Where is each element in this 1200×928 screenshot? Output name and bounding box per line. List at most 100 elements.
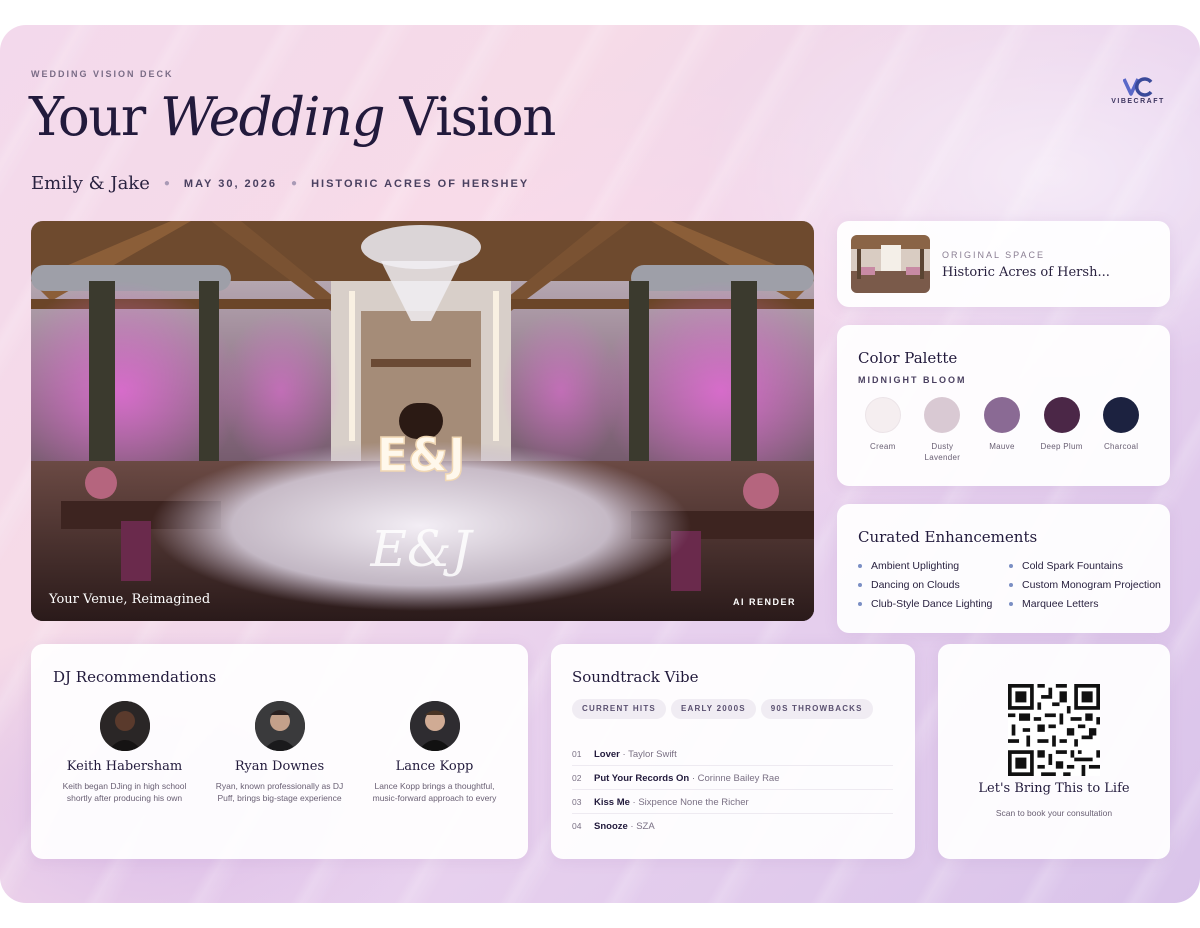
track-song: Put Your Records On bbox=[594, 773, 690, 784]
bullet-icon bbox=[858, 602, 862, 606]
track-row[interactable]: 02 Put Your Records On · Corinne Bailey R… bbox=[572, 766, 893, 790]
qr-code-icon[interactable] bbox=[1008, 684, 1100, 776]
enhancement-item: Marquee Letters bbox=[1009, 598, 1170, 610]
track-row[interactable]: 01 Lover · Taylor Swift bbox=[572, 742, 893, 766]
track-number: 01 bbox=[572, 749, 582, 759]
soundtrack-title: Soundtrack Vibe bbox=[572, 668, 699, 686]
track-row[interactable]: 03 Kiss Me · Sixpence None the Richer bbox=[572, 790, 893, 814]
original-space-name: Historic Acres of Hersh... bbox=[942, 265, 1110, 280]
track-number: 03 bbox=[572, 797, 582, 807]
swatch-label: Dusty Lavender bbox=[924, 442, 961, 462]
palette-name: MIDNIGHT BLOOM bbox=[858, 375, 967, 385]
swatch-label: Deep Plum bbox=[1040, 442, 1083, 451]
ai-render-badge: AI RENDER bbox=[732, 597, 796, 607]
vibecraft-logo-icon bbox=[1123, 77, 1153, 97]
dj-name: Keith Habersham bbox=[66, 759, 183, 774]
swatch-dot bbox=[1043, 397, 1080, 433]
swatch-dot bbox=[983, 397, 1020, 433]
original-space-kicker: ORIGINAL SPACE bbox=[942, 250, 1046, 260]
track-row[interactable]: 04 Snooze · SZA bbox=[572, 814, 893, 838]
enhancement-label: Ambient Uplighting bbox=[871, 560, 960, 572]
enhancement-label: Cold Spark Fountains bbox=[1022, 560, 1123, 572]
dj-recommendations-card: DJ Recommendations Keith Habersham Keith… bbox=[31, 644, 528, 859]
dj-profile[interactable]: Lance Kopp Lance Kopp brings a thoughtfu… bbox=[357, 701, 512, 804]
swatch-label: Mauve bbox=[989, 442, 1015, 451]
enhancement-item: Dancing on Clouds bbox=[858, 579, 1009, 591]
monogram-projection: E&J bbox=[369, 520, 474, 578]
cta-subtitle: Scan to book your consultation bbox=[995, 808, 1113, 818]
track-artist: · Sixpence None the Richer bbox=[629, 797, 749, 808]
enhancement-label: Marquee Letters bbox=[1022, 598, 1099, 610]
soundtrack-card: Soundtrack Vibe CURRENT HITS EARLY 2000S… bbox=[551, 644, 915, 859]
genre-chip[interactable]: 90S THROWBACKS bbox=[760, 699, 873, 719]
original-space-card[interactable]: ORIGINAL SPACE Historic Acres of Hersh..… bbox=[837, 221, 1170, 307]
marquee-letters: E&J bbox=[377, 428, 466, 482]
event-meta: Emily & Jake ● MAY 30, 2026 ● HISTORIC A… bbox=[31, 173, 529, 194]
enhancements-title: Curated Enhancements bbox=[858, 528, 1038, 546]
enhancement-item: Ambient Uplighting bbox=[858, 560, 1009, 572]
swatch[interactable]: Deep Plum bbox=[1032, 397, 1092, 463]
swatch[interactable]: Mauve bbox=[972, 397, 1032, 463]
event-venue: HISTORIC ACRES OF HERSHEY bbox=[311, 177, 530, 190]
swatch[interactable]: Charcoal bbox=[1091, 397, 1151, 463]
original-space-thumbnail bbox=[851, 235, 930, 293]
dj-name: Ryan Downes bbox=[234, 759, 325, 774]
swatch-dot bbox=[864, 397, 901, 433]
dj-profile[interactable]: Ryan Downes Ryan, known professionally a… bbox=[202, 701, 357, 804]
track-number: 02 bbox=[572, 773, 582, 783]
hero-caption: Your Venue, Reimagined bbox=[49, 592, 211, 607]
dj-name: Lance Kopp bbox=[395, 759, 474, 774]
enhancement-item: Custom Monogram Projection bbox=[1009, 579, 1170, 591]
avatar bbox=[409, 701, 460, 751]
enhancement-item: Club-Style Dance Lighting bbox=[858, 598, 1009, 610]
enhancements-card: Curated Enhancements Ambient Uplighting … bbox=[837, 504, 1170, 633]
bullet-icon bbox=[1009, 602, 1013, 606]
event-date: MAY 30, 2026 bbox=[183, 177, 278, 190]
dj-title: DJ Recommendations bbox=[53, 668, 217, 686]
genre-chips: CURRENT HITS EARLY 2000S 90S THROWBACKS bbox=[572, 699, 878, 719]
page-title: Your Wedding Vision bbox=[29, 87, 556, 148]
track-number: 04 bbox=[572, 821, 582, 831]
dj-bio: Ryan, known professionally as DJ Puff, b… bbox=[215, 781, 344, 803]
brand-logo[interactable]: VIBECRAFT bbox=[1108, 77, 1168, 105]
swatch-dot bbox=[924, 397, 961, 433]
palette-title: Color Palette bbox=[858, 349, 958, 367]
venue-render[interactable]: E&J E&J Your Venue, Reimagined AI RENDER bbox=[31, 221, 814, 621]
dj-list: Keith Habersham Keith began DJing in hig… bbox=[47, 701, 512, 804]
dj-profile[interactable]: Keith Habersham Keith began DJing in hig… bbox=[47, 701, 202, 804]
deck-kicker: WEDDING VISION DECK bbox=[31, 69, 174, 79]
dj-bio: Keith began DJing in high school shortly… bbox=[62, 781, 187, 803]
enhancement-label: Dancing on Clouds bbox=[871, 579, 960, 591]
bullet-icon bbox=[858, 583, 862, 587]
enhancement-item: Cold Spark Fountains bbox=[1009, 560, 1170, 572]
genre-chip[interactable]: EARLY 2000S bbox=[670, 699, 756, 719]
dj-bio: Lance Kopp brings a thoughtful, music-fo… bbox=[372, 781, 497, 803]
enhancement-label: Custom Monogram Projection bbox=[1022, 579, 1161, 591]
swatch[interactable]: Dusty Lavender bbox=[913, 397, 973, 463]
title-part2: Vision bbox=[384, 87, 556, 148]
track-artist: · SZA bbox=[627, 821, 655, 832]
avatar bbox=[99, 701, 150, 751]
title-part1: Your bbox=[29, 87, 161, 148]
swatch-label: Charcoal bbox=[1103, 442, 1139, 451]
couple-names: Emily & Jake bbox=[31, 173, 150, 194]
title-emphasis: Wedding bbox=[160, 87, 385, 148]
color-palette-card: Color Palette MIDNIGHT BLOOM Cream Dusty… bbox=[837, 325, 1170, 486]
avatar bbox=[254, 701, 305, 751]
separator-dot: ● bbox=[163, 178, 170, 189]
track-song: Snooze bbox=[594, 821, 628, 832]
swatch-dot bbox=[1103, 397, 1140, 433]
genre-chip[interactable]: CURRENT HITS bbox=[572, 699, 666, 719]
cta-title: Let's Bring This to Life bbox=[978, 781, 1130, 796]
swatch-label: Cream bbox=[870, 442, 896, 451]
track-song: Lover bbox=[594, 749, 620, 760]
track-artist: · Taylor Swift bbox=[619, 749, 677, 760]
track-list: 01 Lover · Taylor Swift 02 Put Your Record… bbox=[572, 742, 893, 838]
consultation-cta-card[interactable]: Let's Bring This to Life Scan to book yo… bbox=[938, 644, 1170, 859]
track-song: Kiss Me bbox=[594, 797, 630, 808]
vision-deck-page: WEDDING VISION DECK Your Wedding Vision … bbox=[0, 25, 1200, 903]
swatch-row: Cream Dusty Lavender Mauve Deep Plum Cha… bbox=[853, 397, 1151, 463]
bullet-icon bbox=[1009, 564, 1013, 568]
bullet-icon bbox=[1009, 583, 1013, 587]
swatch[interactable]: Cream bbox=[853, 397, 913, 463]
